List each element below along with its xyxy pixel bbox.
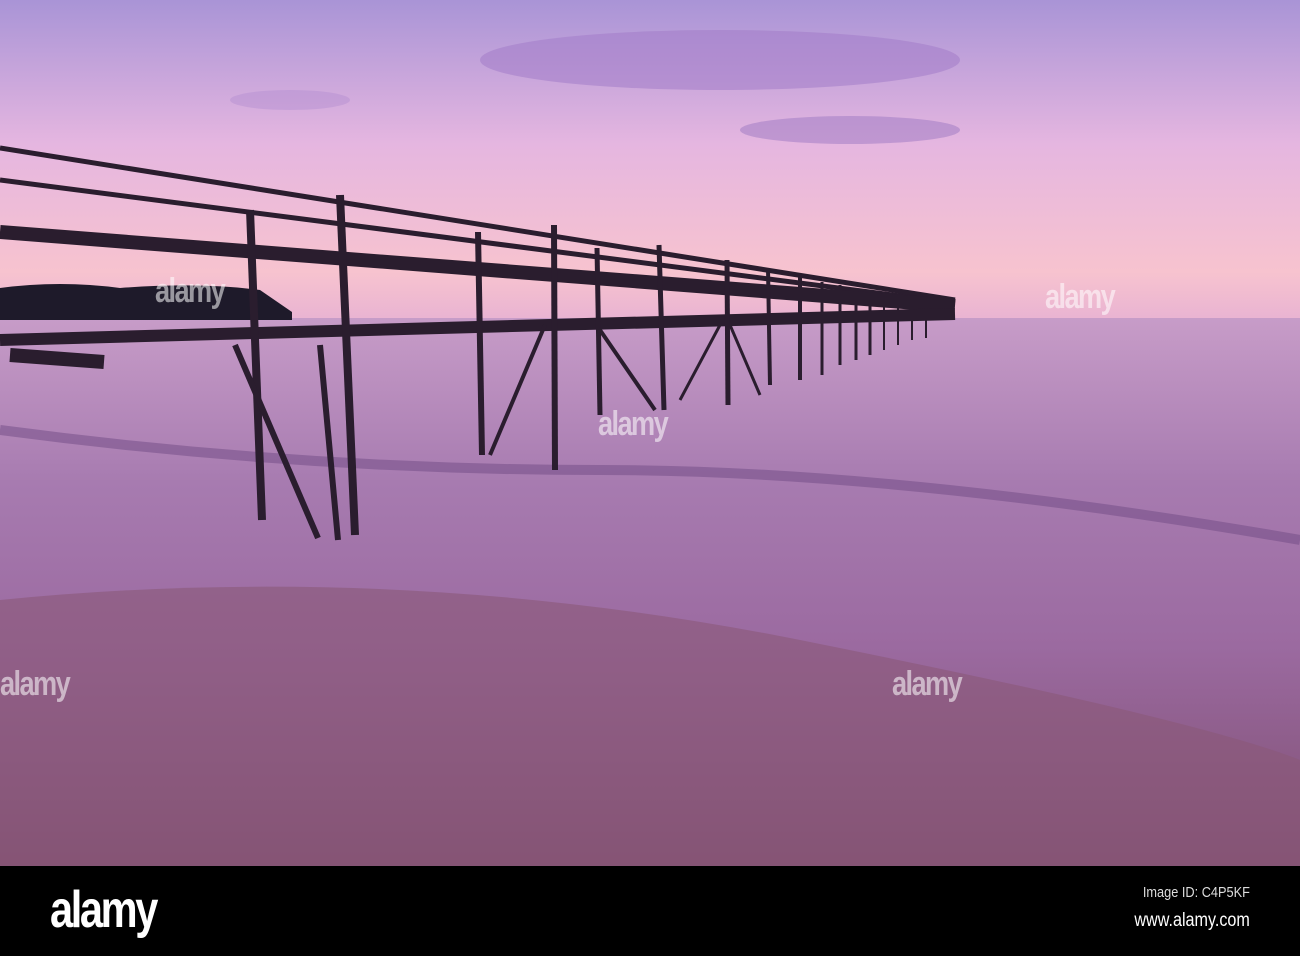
cloud — [480, 30, 960, 90]
footer-bar: alamy Image ID: C4P5KF www.alamy.com — [0, 866, 1300, 956]
watermark: alamy — [1045, 278, 1116, 316]
cloud — [230, 90, 350, 110]
image-id: Image ID: C4P5KF — [1142, 884, 1250, 901]
alamy-logo[interactable]: alamy — [50, 880, 158, 940]
watermark: alamy — [598, 405, 669, 443]
pier-post — [475, 231, 485, 456]
pier-post — [766, 267, 772, 386]
website-link[interactable]: www.alamy.com — [1135, 910, 1250, 932]
watermark: alamy — [0, 665, 71, 703]
pier-deck-end — [9, 348, 105, 369]
shoreline-trees — [0, 284, 292, 320]
stock-photo-page: alamy alamy alamy alamy alamy alamy Imag… — [0, 0, 1300, 956]
pier-post — [551, 224, 558, 471]
cloud — [740, 116, 960, 144]
watermark: alamy — [155, 272, 226, 310]
watermark: alamy — [892, 665, 963, 703]
pier-post — [724, 259, 731, 406]
